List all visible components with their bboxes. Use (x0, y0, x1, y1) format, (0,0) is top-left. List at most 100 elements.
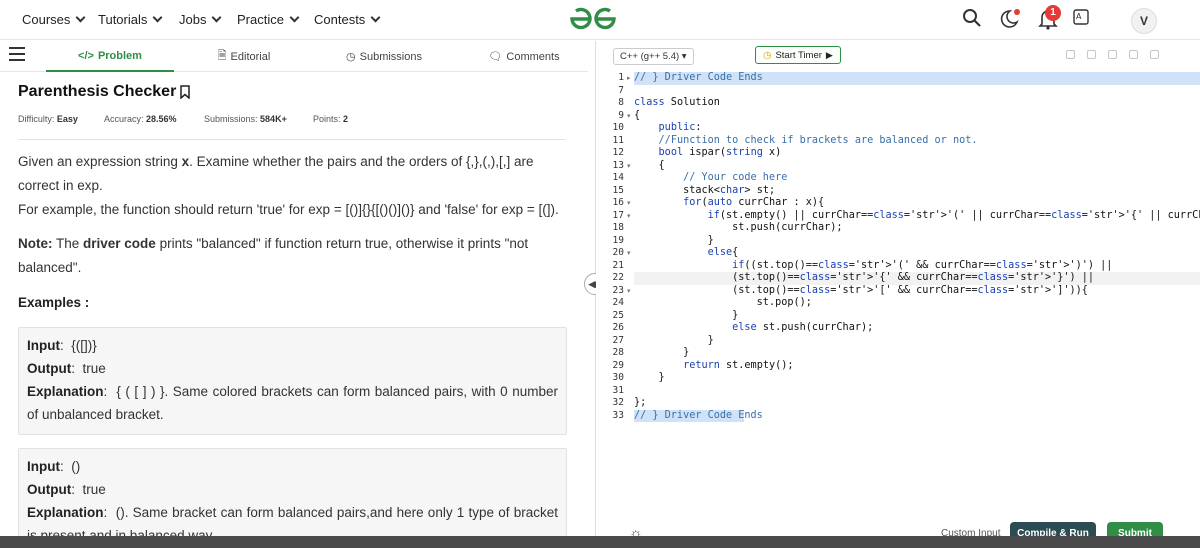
editor-panel: C++ (g++ 5.4) ▾ ◷ Start Timer ▶ 1 ▸ 7 8 9 ▾ 10… (596, 41, 1200, 548)
explanation-value: { ( [ ] ) }. Same colored brackets can f… (27, 384, 558, 422)
timer-label: Start Timer (775, 49, 822, 61)
code-icon: </> (78, 49, 94, 62)
code-line[interactable]: // } Driver Code Ends (634, 410, 763, 423)
tab-editorial-label: Editorial (230, 50, 271, 63)
fold-toggle-icon[interactable]: ▾ (627, 287, 631, 295)
bookmark-icon[interactable] (179, 85, 191, 99)
code-line[interactable]: } (634, 372, 665, 385)
start-timer-button[interactable]: ◷ Start Timer ▶ (755, 46, 841, 64)
code-line[interactable]: }; (634, 397, 646, 410)
code-line[interactable]: if(st.empty() || currChar==class='str'>'… (634, 210, 1200, 223)
code-line[interactable]: // } Driver Code Ends (634, 72, 763, 85)
code-line[interactable]: { (634, 160, 665, 173)
example-output: Output: true (27, 482, 106, 497)
code-line[interactable]: class Solution (634, 97, 720, 110)
line-number: 12 (612, 147, 624, 158)
fold-toggle-icon[interactable]: ▸ (627, 74, 631, 82)
menu-icon[interactable] (9, 47, 25, 65)
line-number: 10 (612, 122, 624, 133)
code-line[interactable]: st.push(currChar); (634, 222, 842, 235)
code-line[interactable]: for(auto currChar : x){ (634, 197, 824, 210)
chevron-down-icon (75, 12, 86, 23)
line-number: 16 (612, 197, 624, 208)
example-input: Input: () (27, 459, 81, 474)
fold-toggle-icon[interactable]: ▾ (627, 162, 631, 170)
file-icon[interactable] (1087, 50, 1096, 59)
copy-icon[interactable] (1066, 50, 1075, 59)
code-line[interactable]: else st.push(currChar); (634, 322, 873, 335)
tab-problem[interactable]: </> Problem (46, 41, 174, 72)
code-line[interactable]: } (634, 310, 738, 323)
code-line[interactable]: } (634, 347, 689, 360)
code-line[interactable]: } (634, 335, 714, 348)
tab-comments[interactable]: 🗨 Comments (460, 41, 588, 72)
code-line[interactable]: else{ (634, 247, 739, 260)
fold-toggle-icon[interactable]: ▾ (627, 212, 631, 220)
code-line[interactable]: (st.top()==class='str'>'[' && currChar==… (634, 285, 1088, 298)
code-editor[interactable]: // } Driver Code Ends class Solution{ pub… (634, 72, 1200, 522)
document-icon: 🗎 (217, 50, 227, 62)
editor-tools (1066, 50, 1159, 59)
notification-badge: 1 (1045, 5, 1061, 21)
output-value: true (82, 361, 106, 376)
line-number: 18 (612, 222, 624, 233)
tab-submissions[interactable]: ◷ Submissions (320, 41, 448, 72)
search-icon[interactable] (962, 8, 982, 28)
reset-icon[interactable] (1129, 50, 1138, 59)
line-number: 22 (612, 272, 624, 283)
problem-title: Parenthesis Checker (18, 83, 191, 101)
nav-tutorials-label: Tutorials (98, 12, 148, 27)
input-label: Input (27, 338, 60, 353)
line-number: 28 (612, 347, 624, 358)
code-line[interactable]: return st.empty(); (634, 360, 793, 373)
language-select[interactable]: C++ (g++ 5.4) ▾ (613, 48, 694, 65)
tab-editorial[interactable]: 🗎 Editorial (180, 41, 308, 72)
code-line[interactable]: stack<char> st; (634, 185, 775, 198)
code-line[interactable]: bool ispar(string x) (634, 147, 782, 160)
fold-toggle-icon[interactable]: ▾ (627, 249, 631, 257)
user-avatar[interactable]: V (1131, 8, 1157, 34)
output-label: Output (27, 482, 72, 497)
submissions-value: 584K+ (260, 114, 287, 124)
chevron-down-icon (152, 12, 163, 23)
nav-jobs-label: Jobs (179, 12, 207, 27)
note-emph: driver code (83, 236, 156, 251)
code-line[interactable]: (st.top()==class='str'>'{' && currChar==… (634, 272, 1094, 285)
editor-toolbar: C++ (g++ 5.4) ▾ ◷ Start Timer ▶ (596, 41, 1200, 72)
tab-problem-label: Problem (97, 49, 142, 62)
code-line[interactable]: public: (634, 122, 702, 135)
nav-jobs[interactable]: Jobs (179, 12, 222, 27)
code-line[interactable]: //Function to check if brackets are bala… (634, 135, 978, 148)
gfg-logo[interactable] (568, 7, 618, 31)
nav-contests[interactable]: Contests (314, 12, 381, 27)
chevron-down-icon (289, 12, 300, 23)
fold-toggle-icon[interactable]: ▾ (627, 199, 631, 207)
clock-icon: ◷ (346, 51, 356, 63)
dark-mode-icon[interactable] (998, 8, 1022, 30)
code-line[interactable]: } (634, 235, 714, 248)
examples-heading: Examples : (18, 295, 90, 310)
nav-courses[interactable]: Courses (22, 12, 86, 27)
nav-practice[interactable]: Practice (237, 12, 300, 27)
fullscreen-icon[interactable] (1150, 50, 1159, 59)
code-line[interactable]: if((st.top()==class='str'>'(' && currCha… (634, 260, 1112, 273)
fold-toggle-icon[interactable]: ▾ (627, 112, 631, 120)
points-value: 2 (343, 114, 349, 124)
submissions-count: Submissions: 584K+ (204, 114, 287, 124)
nav-tutorials[interactable]: Tutorials (98, 12, 163, 27)
code-line[interactable]: { (634, 110, 640, 123)
code-line[interactable]: st.pop(); (634, 297, 812, 310)
output-value: true (82, 482, 106, 497)
input-value: {([])} (71, 338, 97, 353)
top-navbar: Courses Tutorials Jobs Practice Contests… (0, 0, 1200, 40)
problem-panel: </> Problem 🗎 Editorial ◷ Submissions 🗨 Comm… (0, 41, 588, 548)
example-output: Output: true (27, 361, 106, 376)
settings-icon[interactable] (1108, 50, 1117, 59)
line-number: 27 (612, 334, 624, 346)
explanation-label: Explanation (27, 384, 104, 399)
note-part: The (52, 236, 84, 251)
desc-part: Given an expression string (18, 154, 182, 169)
translate-icon[interactable]: A (1073, 8, 1089, 26)
code-line[interactable]: // Your code here (634, 172, 787, 185)
line-number: 29 (612, 359, 624, 371)
